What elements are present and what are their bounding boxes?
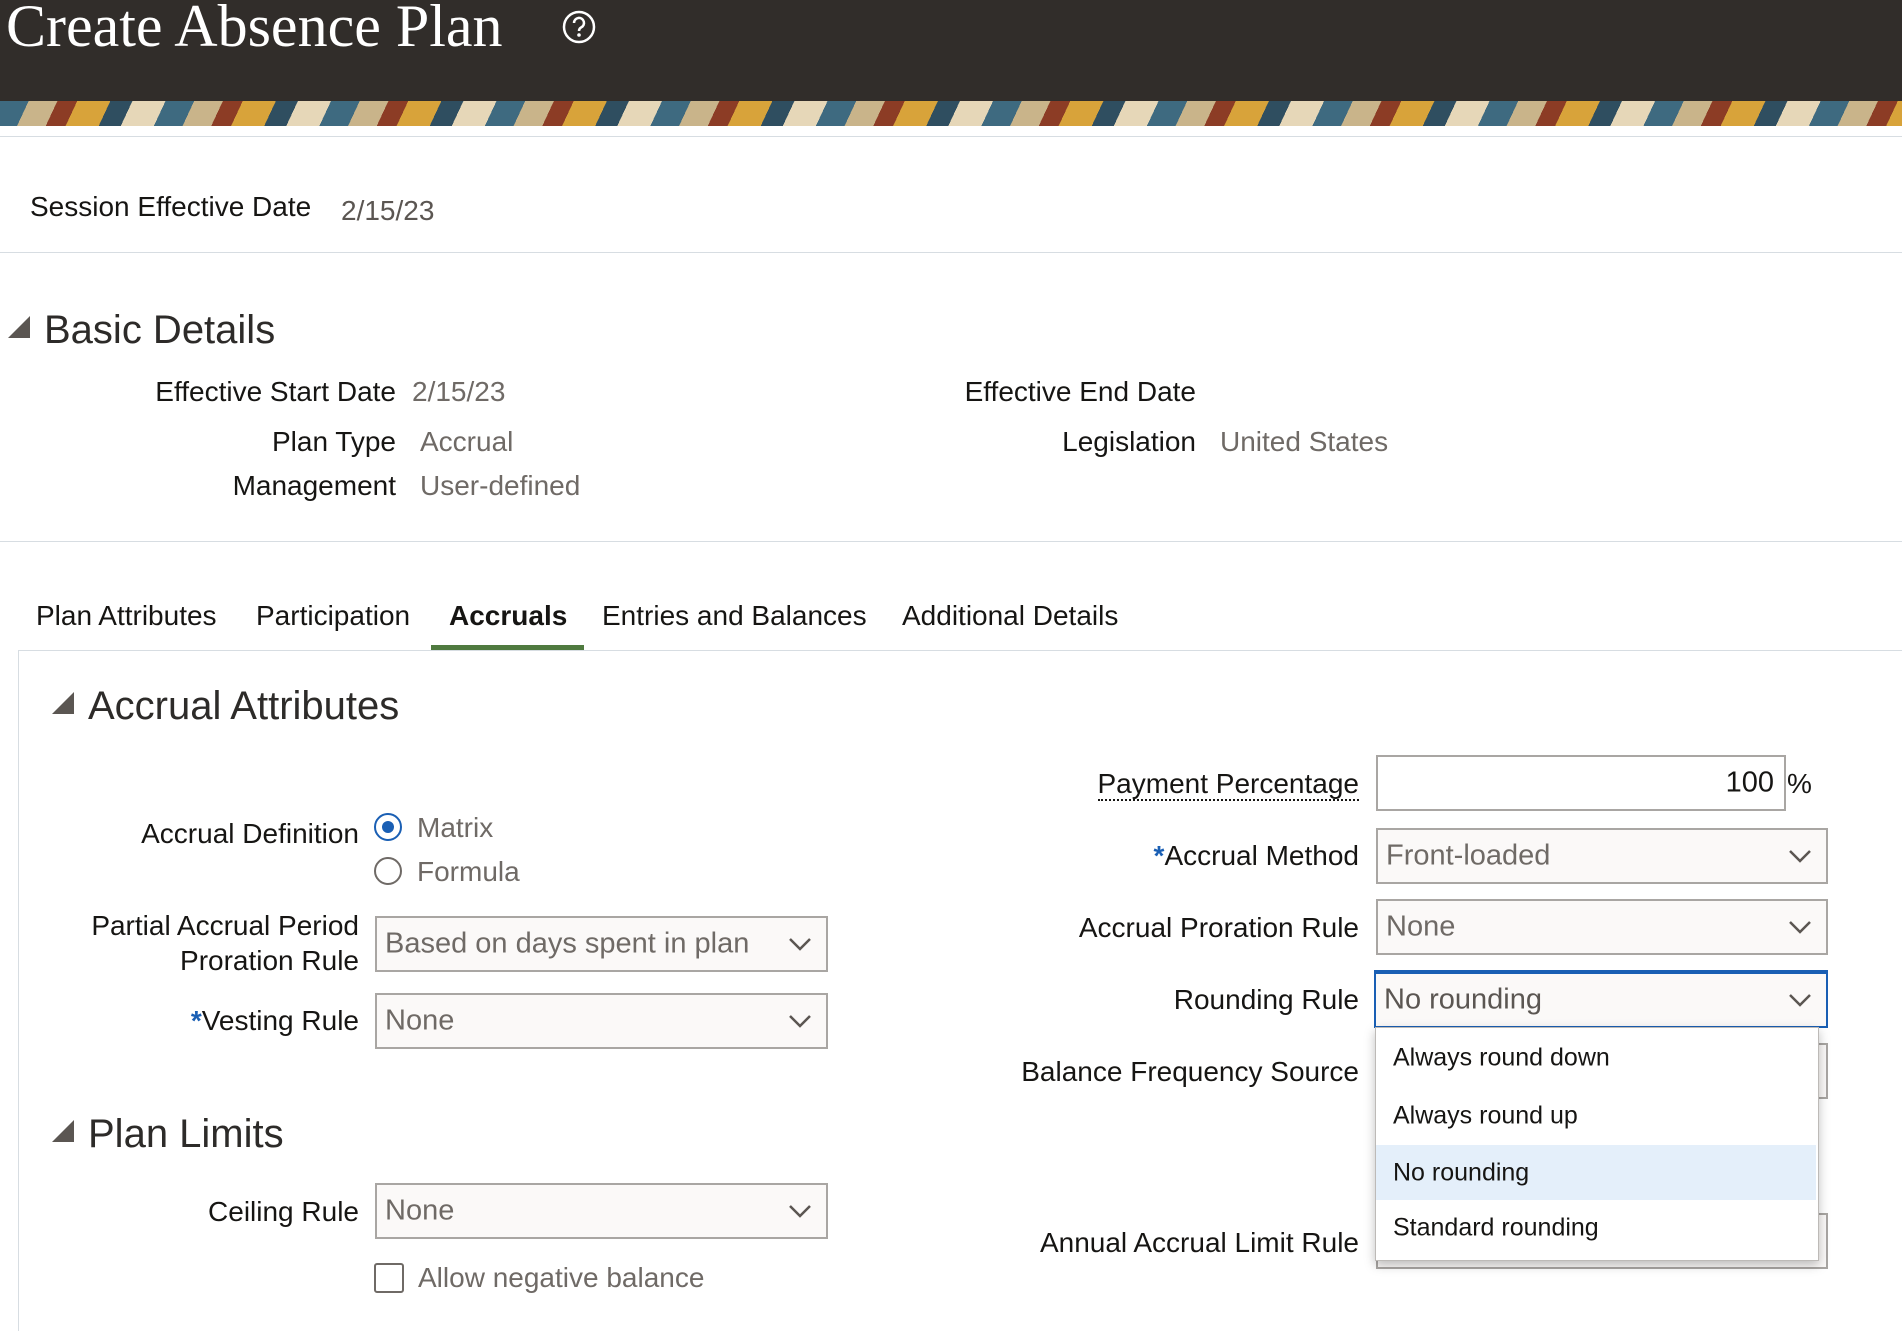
payment-percentage-label: Payment Percentage — [1097, 768, 1359, 801]
session-effective-date-value: 2/15/23 — [341, 195, 435, 226]
tab-plan-attributes[interactable]: Plan Attributes — [36, 600, 217, 632]
basic-details-title: Basic Details — [44, 308, 276, 352]
payment-percentage-input[interactable]: 100 — [1376, 755, 1786, 811]
question-circle-icon[interactable] — [562, 10, 596, 44]
ceiling-rule-select[interactable]: None — [375, 1183, 828, 1239]
collapse-triangle-icon[interactable] — [52, 692, 74, 714]
dropdown-option-standard-rounding[interactable]: Standard rounding — [1376, 1200, 1816, 1255]
session-effective-date-label: Session Effective Date — [30, 191, 312, 222]
header-banner-image — [0, 101, 1902, 126]
accrual-method-label: *Accrual Method — [1154, 840, 1359, 872]
required-marker: * — [190, 1005, 202, 1036]
tab-accruals[interactable]: Accruals — [449, 600, 567, 632]
rounding-rule-select[interactable]: No rounding — [1374, 970, 1828, 1028]
accrual-method-value: Front-loaded — [1386, 839, 1551, 872]
tab-entries-and-balances[interactable]: Entries and Balances — [602, 600, 867, 632]
management-label: Management — [232, 470, 396, 501]
ceiling-rule-label: Ceiling Rule — [208, 1196, 359, 1227]
legislation-value: United States — [1220, 426, 1389, 457]
payment-percentage-unit: % — [1787, 768, 1812, 799]
collapse-triangle-icon[interactable] — [52, 1120, 74, 1142]
balance-frequency-source-label: Balance Frequency Source — [1021, 1056, 1359, 1087]
dropdown-option-label: Standard rounding — [1393, 1213, 1599, 1241]
dropdown-option-label: No rounding — [1393, 1158, 1530, 1186]
radio-matrix[interactable] — [374, 813, 402, 841]
partial-accrual-proration-value: Based on days spent in plan — [385, 927, 750, 960]
dropdown-option-always-round-up[interactable]: Always round up — [1376, 1088, 1816, 1143]
rounding-rule-value: No rounding — [1384, 983, 1542, 1016]
dropdown-option-label: Always round up — [1393, 1101, 1578, 1129]
chevron-down-icon — [1789, 850, 1811, 863]
accrual-method-select[interactable]: Front-loaded — [1376, 828, 1828, 884]
rounding-rule-dropdown-list: Always round down Always round up No rou… — [1375, 1027, 1819, 1261]
divider — [0, 136, 1902, 137]
management-value: User-defined — [420, 470, 581, 501]
plan-limits-title: Plan Limits — [88, 1112, 284, 1156]
chevron-down-icon — [789, 1205, 811, 1218]
ceiling-rule-value: None — [385, 1194, 455, 1227]
plan-type-label: Plan Type — [271, 426, 396, 457]
effective-end-date-label: Effective End Date — [964, 376, 1196, 407]
allow-negative-balance-checkbox[interactable] — [374, 1263, 404, 1293]
tab-participation[interactable]: Participation — [256, 600, 410, 632]
partial-accrual-proration-select[interactable]: Based on days spent in plan — [375, 916, 828, 972]
payment-percentage-label-text: Payment Percentage — [1097, 768, 1359, 801]
page-title: Create Absence Plan — [6, 0, 503, 59]
partial-accrual-label-line2: Proration Rule — [180, 945, 359, 976]
chevron-down-icon — [1789, 994, 1811, 1007]
radio-matrix-label[interactable]: Matrix — [417, 812, 493, 844]
accrual-proration-rule-select[interactable]: None — [1376, 899, 1828, 955]
chevron-down-icon — [789, 938, 811, 951]
accrual-attributes-title: Accrual Attributes — [88, 684, 400, 728]
allow-negative-balance-label[interactable]: Allow negative balance — [418, 1262, 704, 1294]
accrual-method-label-text: Accrual Method — [1164, 840, 1359, 871]
dropdown-option-always-round-down[interactable]: Always round down — [1376, 1030, 1816, 1085]
rounding-rule-label: Rounding Rule — [1173, 984, 1359, 1015]
divider — [0, 541, 1902, 542]
collapse-triangle-icon[interactable] — [8, 316, 30, 338]
dropdown-option-no-rounding[interactable]: No rounding — [1376, 1145, 1816, 1200]
vesting-rule-value: None — [385, 1004, 455, 1037]
partial-accrual-label-line1: Partial Accrual Period — [91, 910, 359, 941]
annual-accrual-limit-rule-label: Annual Accrual Limit Rule — [1039, 1227, 1359, 1258]
divider — [0, 252, 1902, 253]
accrual-proration-rule-value: None — [1386, 910, 1456, 943]
effective-start-date-label: Effective Start Date — [155, 376, 396, 407]
accrual-definition-label: Accrual Definition — [141, 818, 359, 849]
legislation-label: Legislation — [1062, 426, 1196, 457]
vesting-rule-select[interactable]: None — [375, 993, 828, 1049]
vesting-rule-label-text: Vesting Rule — [201, 1005, 359, 1036]
accrual-proration-rule-label: Accrual Proration Rule — [1078, 912, 1359, 943]
plan-type-value: Accrual — [420, 426, 514, 457]
chevron-down-icon — [789, 1015, 811, 1028]
effective-start-date-value: 2/15/23 — [412, 376, 506, 407]
tab-additional-details[interactable]: Additional Details — [902, 600, 1118, 632]
vesting-rule-label: *Vesting Rule — [191, 1005, 359, 1037]
payment-percentage-value: 100 — [1725, 766, 1774, 799]
chevron-down-icon — [1789, 921, 1811, 934]
radio-formula[interactable] — [374, 857, 402, 885]
radio-formula-label[interactable]: Formula — [417, 856, 520, 888]
dropdown-option-label: Always round down — [1393, 1043, 1610, 1071]
required-marker: * — [1153, 840, 1165, 871]
